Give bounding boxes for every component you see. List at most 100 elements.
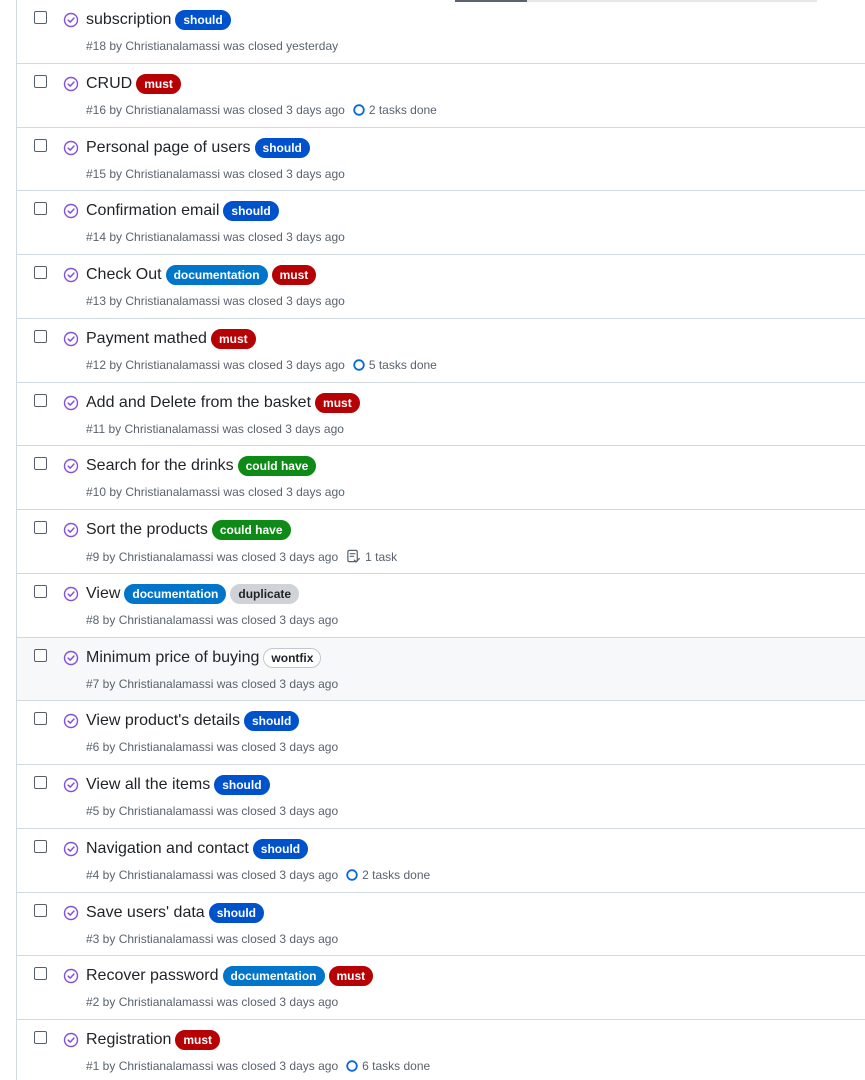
- issue-row[interactable]: View all the items should #5 by Christiana…: [17, 765, 865, 829]
- issue-title-link[interactable]: Add and Delete from the basket: [86, 394, 311, 412]
- issue-title-link[interactable]: Sort the products: [86, 521, 208, 539]
- label-should[interactable]: should: [175, 10, 231, 30]
- issue-select-checkbox[interactable]: [34, 202, 47, 216]
- issue-row[interactable]: Recover password documentation must #2 by C…: [17, 956, 865, 1020]
- issue-select-checkbox[interactable]: [34, 74, 47, 88]
- issue-row[interactable]: Sort the products could have #9 by Christi…: [17, 510, 865, 574]
- label-wontfix[interactable]: wontfix: [263, 647, 322, 668]
- issue-select-checkbox[interactable]: [34, 11, 47, 24]
- issue-closed-icon: [63, 713, 79, 729]
- issue-select-checkbox[interactable]: [34, 584, 47, 598]
- issue-title-link[interactable]: View product's details: [86, 712, 240, 730]
- issue-select-checkbox[interactable]: [34, 648, 47, 662]
- issue-row[interactable]: Check Out documentation must #13 by Christi…: [17, 255, 865, 319]
- issue-title-line: subscription should: [86, 10, 231, 30]
- issue-task-progress[interactable]: 1 task: [346, 549, 397, 564]
- issue-closed-icon: [63, 203, 79, 219]
- issue-meta-line: #18 by Christianalamassi was closed yest…: [86, 39, 338, 53]
- issue-row[interactable]: Search for the drinks could have #10 by Ch…: [17, 446, 865, 510]
- issue-task-progress[interactable]: 2 tasks done: [353, 103, 437, 117]
- issue-meta-text: #1 by Christianalamassi was closed 3 day…: [86, 1059, 339, 1073]
- issue-title-link[interactable]: Confirmation email: [86, 202, 219, 220]
- issue-title-link[interactable]: subscription: [86, 11, 171, 29]
- issue-select-checkbox[interactable]: [34, 903, 47, 917]
- label-could-have[interactable]: could have: [237, 456, 317, 477]
- issue-row[interactable]: Save users' data should #3 by Christianala…: [17, 893, 865, 957]
- label-documentation[interactable]: documentation: [165, 265, 268, 285]
- issue-meta-text: #2 by Christianalamassi was closed 3 day…: [86, 995, 339, 1010]
- label-could-have[interactable]: could have: [211, 520, 291, 540]
- issue-meta-line: #11 by Christianalamassi was closed 3 da…: [86, 422, 344, 436]
- label-duplicate[interactable]: duplicate: [230, 583, 300, 604]
- label-should[interactable]: should: [214, 775, 270, 795]
- issue-row[interactable]: Minimum price of buying wontfix #7 by Chri…: [17, 637, 865, 702]
- label-must[interactable]: must: [175, 1030, 221, 1050]
- issue-row[interactable]: View product's details should #6 by Christ…: [17, 701, 865, 765]
- issue-select-checkbox[interactable]: [34, 967, 47, 981]
- issue-select-checkbox[interactable]: [34, 521, 47, 534]
- issue-task-progress[interactable]: 2 tasks done: [346, 868, 430, 882]
- issue-closed-icon: [63, 12, 79, 28]
- issue-select-checkbox[interactable]: [34, 712, 47, 726]
- issue-select-checkbox[interactable]: [34, 329, 47, 343]
- label-should[interactable]: should: [252, 838, 309, 859]
- label-must[interactable]: must: [315, 392, 360, 413]
- label-documentation[interactable]: documentation: [124, 583, 227, 604]
- issue-select-checkbox[interactable]: [34, 776, 47, 789]
- label-must[interactable]: must: [328, 966, 374, 987]
- issue-row[interactable]: subscription should #18 by Christianalamas…: [17, 0, 865, 64]
- issue-title-link[interactable]: Search for the drinks: [86, 457, 234, 475]
- label-should[interactable]: should: [254, 137, 310, 158]
- issue-title-line: Add and Delete from the basket must: [86, 392, 360, 413]
- issue-row[interactable]: Registration must #1 by Christianalamassi …: [17, 1020, 865, 1080]
- issues-page: subscription should #18 by Christianalamas…: [0, 0, 865, 1080]
- issue-meta-line: #15 by Christianalamassi was closed 3 da…: [86, 167, 345, 181]
- issue-row[interactable]: CRUD must #16 by Christianalamassi was clo…: [17, 64, 865, 128]
- label-should[interactable]: should: [223, 201, 279, 222]
- issue-meta-text: #7 by Christianalamassi was closed 3 day…: [86, 676, 339, 691]
- issue-meta-text: #11 by Christianalamassi was closed 3 da…: [86, 421, 344, 436]
- issue-task-progress[interactable]: 6 tasks done: [346, 1059, 430, 1073]
- issue-title-link[interactable]: Minimum price of buying: [86, 649, 259, 667]
- issue-closed-icon: [63, 458, 79, 474]
- issue-row[interactable]: View documentation duplicate #8 by Christia…: [17, 574, 865, 638]
- issue-row[interactable]: Add and Delete from the basket must #11 by…: [17, 383, 865, 447]
- label-documentation[interactable]: documentation: [222, 966, 325, 987]
- issue-title-link[interactable]: Personal page of users: [86, 139, 251, 157]
- issue-title-link[interactable]: View: [86, 585, 120, 603]
- issue-row[interactable]: Navigation and contact should #4 by Christ…: [17, 829, 865, 893]
- issue-title-link[interactable]: Payment mathed: [86, 330, 207, 348]
- issue-title-link[interactable]: Navigation and contact: [86, 840, 249, 858]
- label-must[interactable]: must: [210, 328, 256, 349]
- label-must[interactable]: must: [136, 73, 181, 94]
- issue-row[interactable]: Personal page of users should #15 by Chris…: [17, 128, 865, 192]
- issue-select-checkbox[interactable]: [34, 839, 47, 853]
- issue-select-checkbox[interactable]: [34, 1031, 47, 1044]
- issue-select-checkbox[interactable]: [34, 457, 47, 471]
- issue-task-text: 5 tasks done: [368, 357, 437, 372]
- issue-meta-line: #16 by Christianalamassi was closed 3 da…: [86, 103, 437, 117]
- issue-title-line: View product's details should: [86, 711, 300, 732]
- issue-meta-text: #18 by Christianalamassi was closed yest…: [86, 39, 339, 53]
- issue-title-link[interactable]: Check Out: [86, 266, 162, 284]
- label-should[interactable]: should: [208, 902, 265, 923]
- issue-row[interactable]: Confirmation email should #14 by Christian…: [17, 191, 865, 255]
- issue-task-progress[interactable]: 5 tasks done: [353, 358, 437, 372]
- issue-title-link[interactable]: Save users' data: [86, 904, 205, 922]
- label-must[interactable]: must: [271, 265, 317, 285]
- progress-circle-icon: [353, 104, 369, 116]
- issue-title-link[interactable]: CRUD: [86, 75, 132, 93]
- issue-meta-line: #12 by Christianalamassi was closed 3 da…: [86, 358, 437, 372]
- issue-title-link[interactable]: View all the items: [86, 776, 210, 794]
- label-should[interactable]: should: [243, 711, 300, 732]
- issue-select-checkbox[interactable]: [34, 266, 47, 279]
- issue-meta-line: #14 by Christianalamassi was closed 3 da…: [86, 230, 345, 244]
- issue-row[interactable]: Payment mathed must #12 by Christianalamas…: [17, 319, 865, 383]
- issue-meta-line: #3 by Christianalamassi was closed 3 day…: [86, 932, 338, 946]
- issue-meta-line: #5 by Christianalamassi was closed 3 day…: [86, 804, 338, 818]
- issue-select-checkbox[interactable]: [34, 138, 47, 152]
- issue-select-checkbox[interactable]: [34, 393, 47, 407]
- issue-title-link[interactable]: Registration: [86, 1031, 171, 1049]
- issue-title-link[interactable]: Recover password: [86, 967, 219, 985]
- progress-circle-icon: [353, 359, 369, 371]
